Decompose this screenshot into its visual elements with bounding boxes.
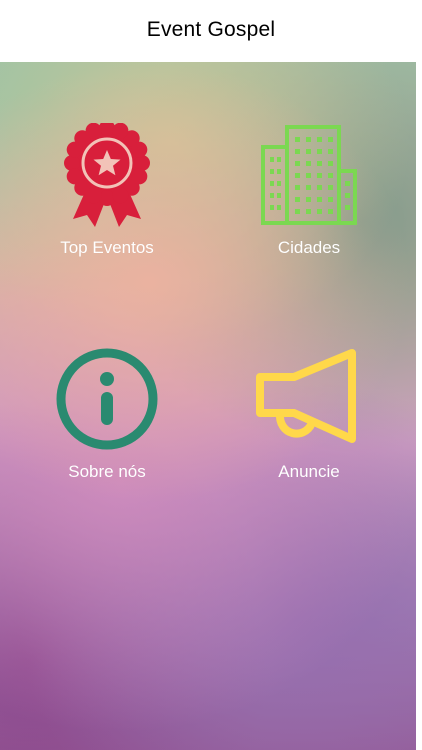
scroll-gutter xyxy=(416,62,422,750)
menu-item-sobre-nos[interactable]: Sobre nós xyxy=(17,344,197,482)
buildings-icon xyxy=(254,120,364,230)
menu-item-anuncie[interactable]: Anuncie xyxy=(219,344,399,482)
menu-item-top-eventos[interactable]: Top Eventos xyxy=(17,120,197,258)
menu-item-label: Sobre nós xyxy=(68,462,146,481)
menu-background: Top Eventos Cidades Sobre nós Anuncie xyxy=(0,62,416,750)
menu-item-label: Top Eventos xyxy=(60,238,154,257)
menu-item-label: Cidades xyxy=(277,238,341,257)
menu-item-cidades[interactable]: Cidades xyxy=(219,120,399,258)
info-icon xyxy=(52,344,162,454)
page-title: Event Gospel xyxy=(146,18,276,41)
megaphone-icon xyxy=(254,344,364,454)
award-ribbon-icon xyxy=(52,120,162,230)
app-header: Event Gospel xyxy=(0,0,422,62)
menu-item-label: Anuncie xyxy=(278,462,340,481)
